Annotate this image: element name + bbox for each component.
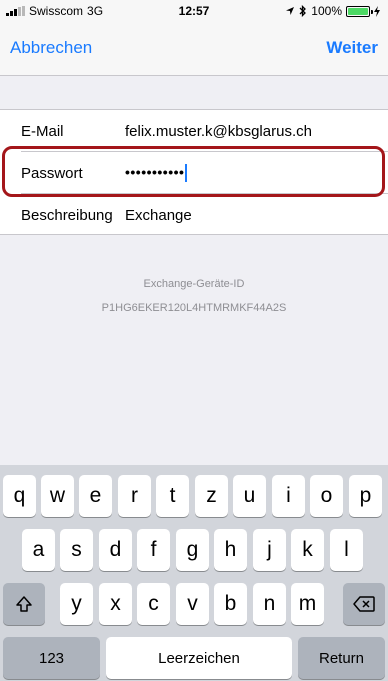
navigation-bar: Abbrechen Weiter — [0, 22, 388, 76]
shift-key[interactable] — [3, 583, 45, 625]
key-s[interactable]: s — [60, 529, 93, 571]
location-arrow-icon — [286, 7, 295, 15]
keyboard: q w e r t z u i o p a s d f g h j k l y … — [0, 465, 388, 681]
password-field[interactable]: ••••••••••• — [125, 163, 188, 183]
description-label: Beschreibung — [21, 206, 113, 224]
device-id-value: P1HG6EKER120L4HTMRMKF44A2S — [101, 302, 287, 314]
description-field[interactable]: Exchange — [125, 207, 192, 224]
key-h[interactable]: h — [214, 529, 247, 571]
key-y[interactable]: y — [60, 583, 93, 625]
key-r[interactable]: r — [118, 475, 151, 517]
email-row[interactable]: E-Mail felix.muster.k@kbsglarus.ch — [0, 110, 388, 152]
key-u[interactable]: u — [233, 475, 266, 517]
key-n[interactable]: n — [253, 583, 286, 625]
key-i[interactable]: i — [272, 475, 305, 517]
key-c[interactable]: c — [137, 583, 170, 625]
key-f[interactable]: f — [137, 529, 170, 571]
battery-icon — [346, 5, 373, 17]
password-label: Passwort — [21, 164, 83, 182]
cancel-button[interactable]: Abbrechen — [10, 38, 92, 58]
space-key[interactable]: Leerzeichen — [106, 637, 292, 679]
key-x[interactable]: x — [99, 583, 132, 625]
next-button[interactable]: Weiter — [326, 38, 378, 58]
shift-icon — [16, 596, 32, 612]
key-m[interactable]: m — [291, 583, 324, 625]
key-p[interactable]: p — [349, 475, 382, 517]
key-j[interactable]: j — [253, 529, 286, 571]
key-e[interactable]: e — [79, 475, 112, 517]
password-row[interactable]: Passwort ••••••••••• — [0, 152, 388, 194]
email-field[interactable]: felix.muster.k@kbsglarus.ch — [125, 123, 312, 140]
numbers-key[interactable]: 123 — [3, 637, 100, 679]
charging-icon — [374, 5, 380, 17]
key-o[interactable]: o — [310, 475, 343, 517]
backspace-icon — [353, 596, 375, 612]
key-g[interactable]: g — [176, 529, 209, 571]
text-cursor — [185, 164, 188, 183]
key-a[interactable]: a — [22, 529, 55, 571]
bluetooth-icon — [299, 5, 307, 17]
key-z[interactable]: z — [195, 475, 228, 517]
key-w[interactable]: w — [41, 475, 74, 517]
key-v[interactable]: v — [176, 583, 209, 625]
status-bar: Swisscom 3G 12:57 100% — [0, 0, 388, 22]
battery-percent: 100% — [311, 4, 342, 18]
key-q[interactable]: q — [3, 475, 36, 517]
key-t[interactable]: t — [156, 475, 189, 517]
email-label: E-Mail — [21, 122, 64, 140]
device-id-label: Exchange-Geräte-ID — [143, 278, 245, 290]
key-d[interactable]: d — [99, 529, 132, 571]
key-k[interactable]: k — [291, 529, 324, 571]
account-form: E-Mail felix.muster.k@kbsglarus.ch Passw… — [0, 109, 388, 235]
battery-fill — [348, 7, 368, 15]
key-b[interactable]: b — [214, 583, 247, 625]
delete-key[interactable] — [343, 583, 385, 625]
description-row[interactable]: Beschreibung Exchange — [0, 194, 388, 236]
key-l[interactable]: l — [330, 529, 363, 571]
return-key[interactable]: Return — [298, 637, 385, 679]
status-right: 100% — [285, 4, 380, 18]
password-value: ••••••••••• — [125, 163, 185, 180]
